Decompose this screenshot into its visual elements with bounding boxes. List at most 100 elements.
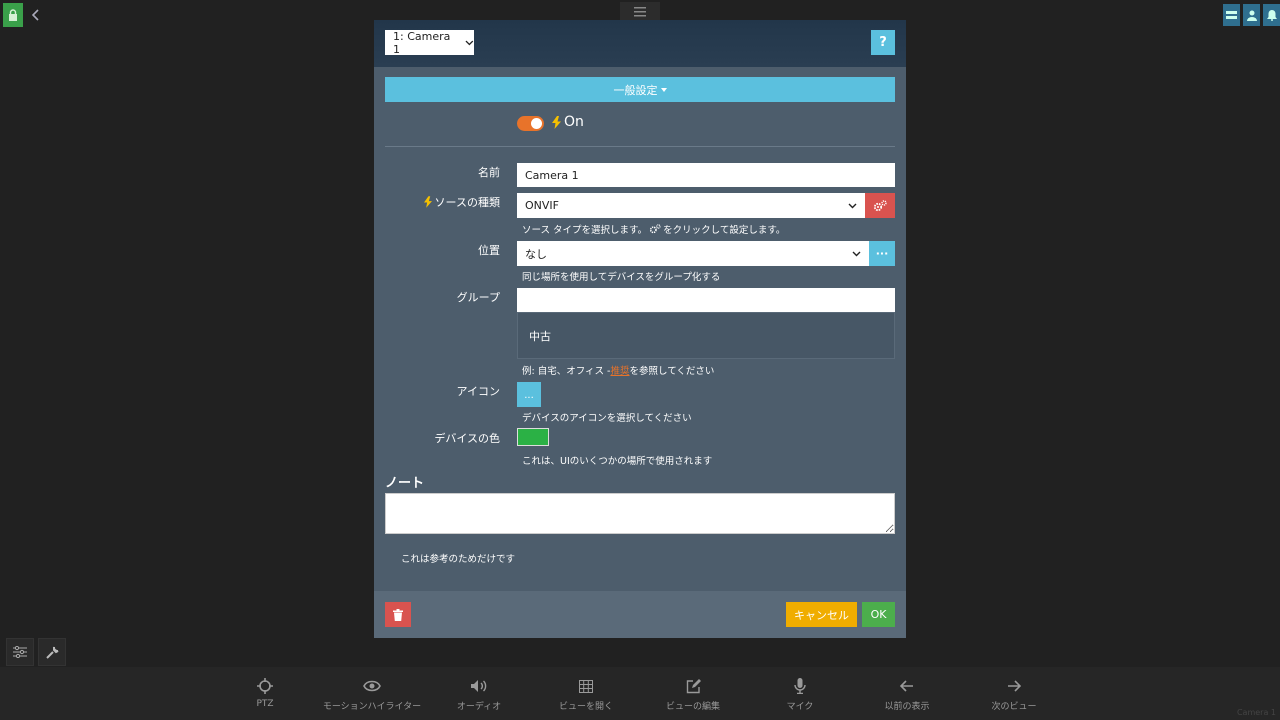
source-type-hint: ソース タイプを選択します。 をクリックして設定します。 bbox=[522, 222, 785, 236]
note-title: ノート bbox=[385, 476, 425, 491]
location-label: 位置 bbox=[478, 244, 500, 257]
notification-button[interactable] bbox=[1263, 4, 1280, 26]
audio-button[interactable]: オーディオ bbox=[424, 675, 534, 712]
group-suggestion-item[interactable]: 中古 bbox=[529, 330, 551, 343]
device-color-hint: これは、UIのいくつかの場所で使用されます bbox=[522, 456, 713, 467]
camera-watermark: Camera 1 bbox=[1236, 708, 1276, 717]
previous-view-button[interactable]: 以前の表示 bbox=[852, 675, 962, 712]
location-select[interactable]: なし bbox=[517, 241, 869, 266]
recommended-link[interactable]: 推奨 bbox=[610, 366, 629, 377]
grid-icon bbox=[579, 679, 593, 693]
divider bbox=[385, 146, 895, 147]
icon-select-button[interactable]: ... bbox=[517, 382, 541, 407]
layout-button[interactable] bbox=[1223, 4, 1240, 26]
ptz-button[interactable]: PTZ bbox=[210, 675, 320, 709]
source-hint-part-b: をクリックして設定します。 bbox=[663, 225, 786, 236]
trash-icon bbox=[393, 608, 403, 621]
group-suggestion-list: 中古 bbox=[517, 312, 895, 359]
icon-label: アイコン bbox=[456, 385, 500, 398]
name-label: 名前 bbox=[478, 166, 500, 179]
location-more-button[interactable]: ··· bbox=[869, 241, 895, 266]
note-textarea[interactable] bbox=[385, 493, 895, 534]
source-type-select[interactable]: ONVIF bbox=[517, 193, 865, 218]
delete-button[interactable] bbox=[385, 602, 411, 627]
lock-icon bbox=[9, 9, 17, 21]
user-button[interactable] bbox=[1243, 4, 1260, 26]
device-color-label: デバイスの色 bbox=[434, 432, 500, 445]
section-label: 一般設定 bbox=[613, 83, 658, 97]
lightning-icon bbox=[552, 115, 561, 129]
camera-select-value: 1: Camera 1 bbox=[393, 29, 451, 56]
bell-icon bbox=[1266, 9, 1277, 21]
eye-icon bbox=[363, 680, 381, 692]
motion-highlighter-label: モーションハイライター bbox=[322, 702, 422, 712]
group-input[interactable] bbox=[517, 288, 895, 313]
edit-view-button[interactable]: ビューの編集 bbox=[638, 675, 748, 712]
location-hint: 同じ場所を使用してデバイスをグループ化する bbox=[522, 272, 721, 283]
group-hint: 例: 自宅、オフィス -推奨を参照してください bbox=[522, 363, 714, 377]
previous-view-label: 以前の表示 bbox=[884, 702, 930, 712]
wrench-icon bbox=[45, 646, 58, 659]
microphone-button[interactable]: マイク bbox=[745, 675, 855, 712]
top-menu-button[interactable] bbox=[620, 2, 660, 22]
source-type-value: ONVIF bbox=[525, 199, 559, 212]
layout-icon bbox=[1226, 11, 1237, 19]
edit-view-label: ビューの編集 bbox=[665, 702, 720, 712]
chevron-left-icon bbox=[32, 9, 39, 21]
bottom-toolbar: PTZ モーションハイライター オーディオ ビューを開く ビューの編集 マイク … bbox=[0, 667, 1280, 720]
cogs-icon bbox=[873, 199, 887, 211]
source-config-button[interactable] bbox=[865, 193, 895, 218]
device-color-swatch[interactable] bbox=[517, 428, 549, 446]
chevron-down-icon bbox=[465, 40, 474, 45]
bottom-left-tools bbox=[6, 638, 66, 666]
settings-wrench-button[interactable] bbox=[38, 638, 66, 666]
next-view-button[interactable]: 次のビュー bbox=[959, 675, 1069, 712]
app-root: PTZ モーションハイライター オーディオ ビューを開く ビューの編集 マイク … bbox=[0, 0, 1280, 720]
group-hint-part-b: を参照してください bbox=[629, 366, 715, 377]
general-settings-section[interactable]: 一般設定 bbox=[385, 77, 895, 102]
open-view-label: ビューを開く bbox=[558, 702, 613, 712]
user-icon bbox=[1246, 10, 1257, 21]
arrow-left-icon bbox=[900, 680, 913, 692]
cogs-icon bbox=[650, 224, 661, 234]
group-label: グループ bbox=[456, 291, 500, 304]
location-value: なし bbox=[525, 247, 547, 261]
chevron-down-icon bbox=[852, 251, 861, 256]
chevron-down-icon bbox=[848, 203, 857, 208]
crosshair-icon bbox=[257, 678, 273, 694]
arrow-right-icon bbox=[1008, 680, 1021, 692]
lightning-icon bbox=[423, 196, 432, 208]
toggle-state: On bbox=[552, 114, 584, 130]
audio-label: オーディオ bbox=[456, 702, 502, 712]
help-button[interactable]: ? bbox=[871, 30, 895, 55]
device-enable-toggle[interactable] bbox=[517, 116, 544, 131]
microphone-icon bbox=[794, 678, 806, 694]
toggle-knob bbox=[531, 118, 542, 129]
back-button[interactable] bbox=[27, 3, 45, 27]
note-hint: これは参考のためだけです bbox=[401, 554, 516, 565]
caret-down-icon bbox=[660, 87, 667, 92]
source-hint-part-a: ソース タイプを選択します。 bbox=[522, 225, 648, 236]
next-view-label: 次のビュー bbox=[991, 702, 1037, 712]
cancel-button[interactable]: キャンセル bbox=[786, 602, 857, 627]
hamburger-icon bbox=[634, 7, 646, 17]
name-input[interactable]: Camera 1 bbox=[517, 163, 895, 187]
source-type-label-row: ソースの種類 bbox=[374, 194, 500, 210]
sliders-icon bbox=[13, 646, 27, 658]
motion-highlighter-button[interactable]: モーションハイライター bbox=[317, 675, 427, 712]
open-view-button[interactable]: ビューを開く bbox=[531, 675, 641, 712]
modal-footer: キャンセル OK bbox=[374, 591, 906, 638]
ok-button[interactable]: OK bbox=[862, 602, 895, 627]
speaker-icon bbox=[471, 680, 487, 692]
lock-button[interactable] bbox=[3, 3, 23, 27]
device-settings-modal: 1: Camera 1 ? 一般設定 On 名前 Camera 1 ソースの種類… bbox=[374, 20, 906, 638]
camera-select[interactable]: 1: Camera 1 bbox=[385, 29, 474, 56]
adjust-button[interactable] bbox=[6, 638, 34, 666]
source-type-label: ソースの種類 bbox=[434, 196, 500, 209]
top-right-icons bbox=[1223, 4, 1280, 26]
microphone-label: マイク bbox=[786, 702, 814, 712]
edit-icon bbox=[686, 678, 701, 693]
group-hint-part-a: 例: 自宅、オフィス - bbox=[522, 366, 611, 377]
modal-header: 1: Camera 1 ? bbox=[374, 20, 906, 67]
ptz-label: PTZ bbox=[256, 699, 274, 709]
